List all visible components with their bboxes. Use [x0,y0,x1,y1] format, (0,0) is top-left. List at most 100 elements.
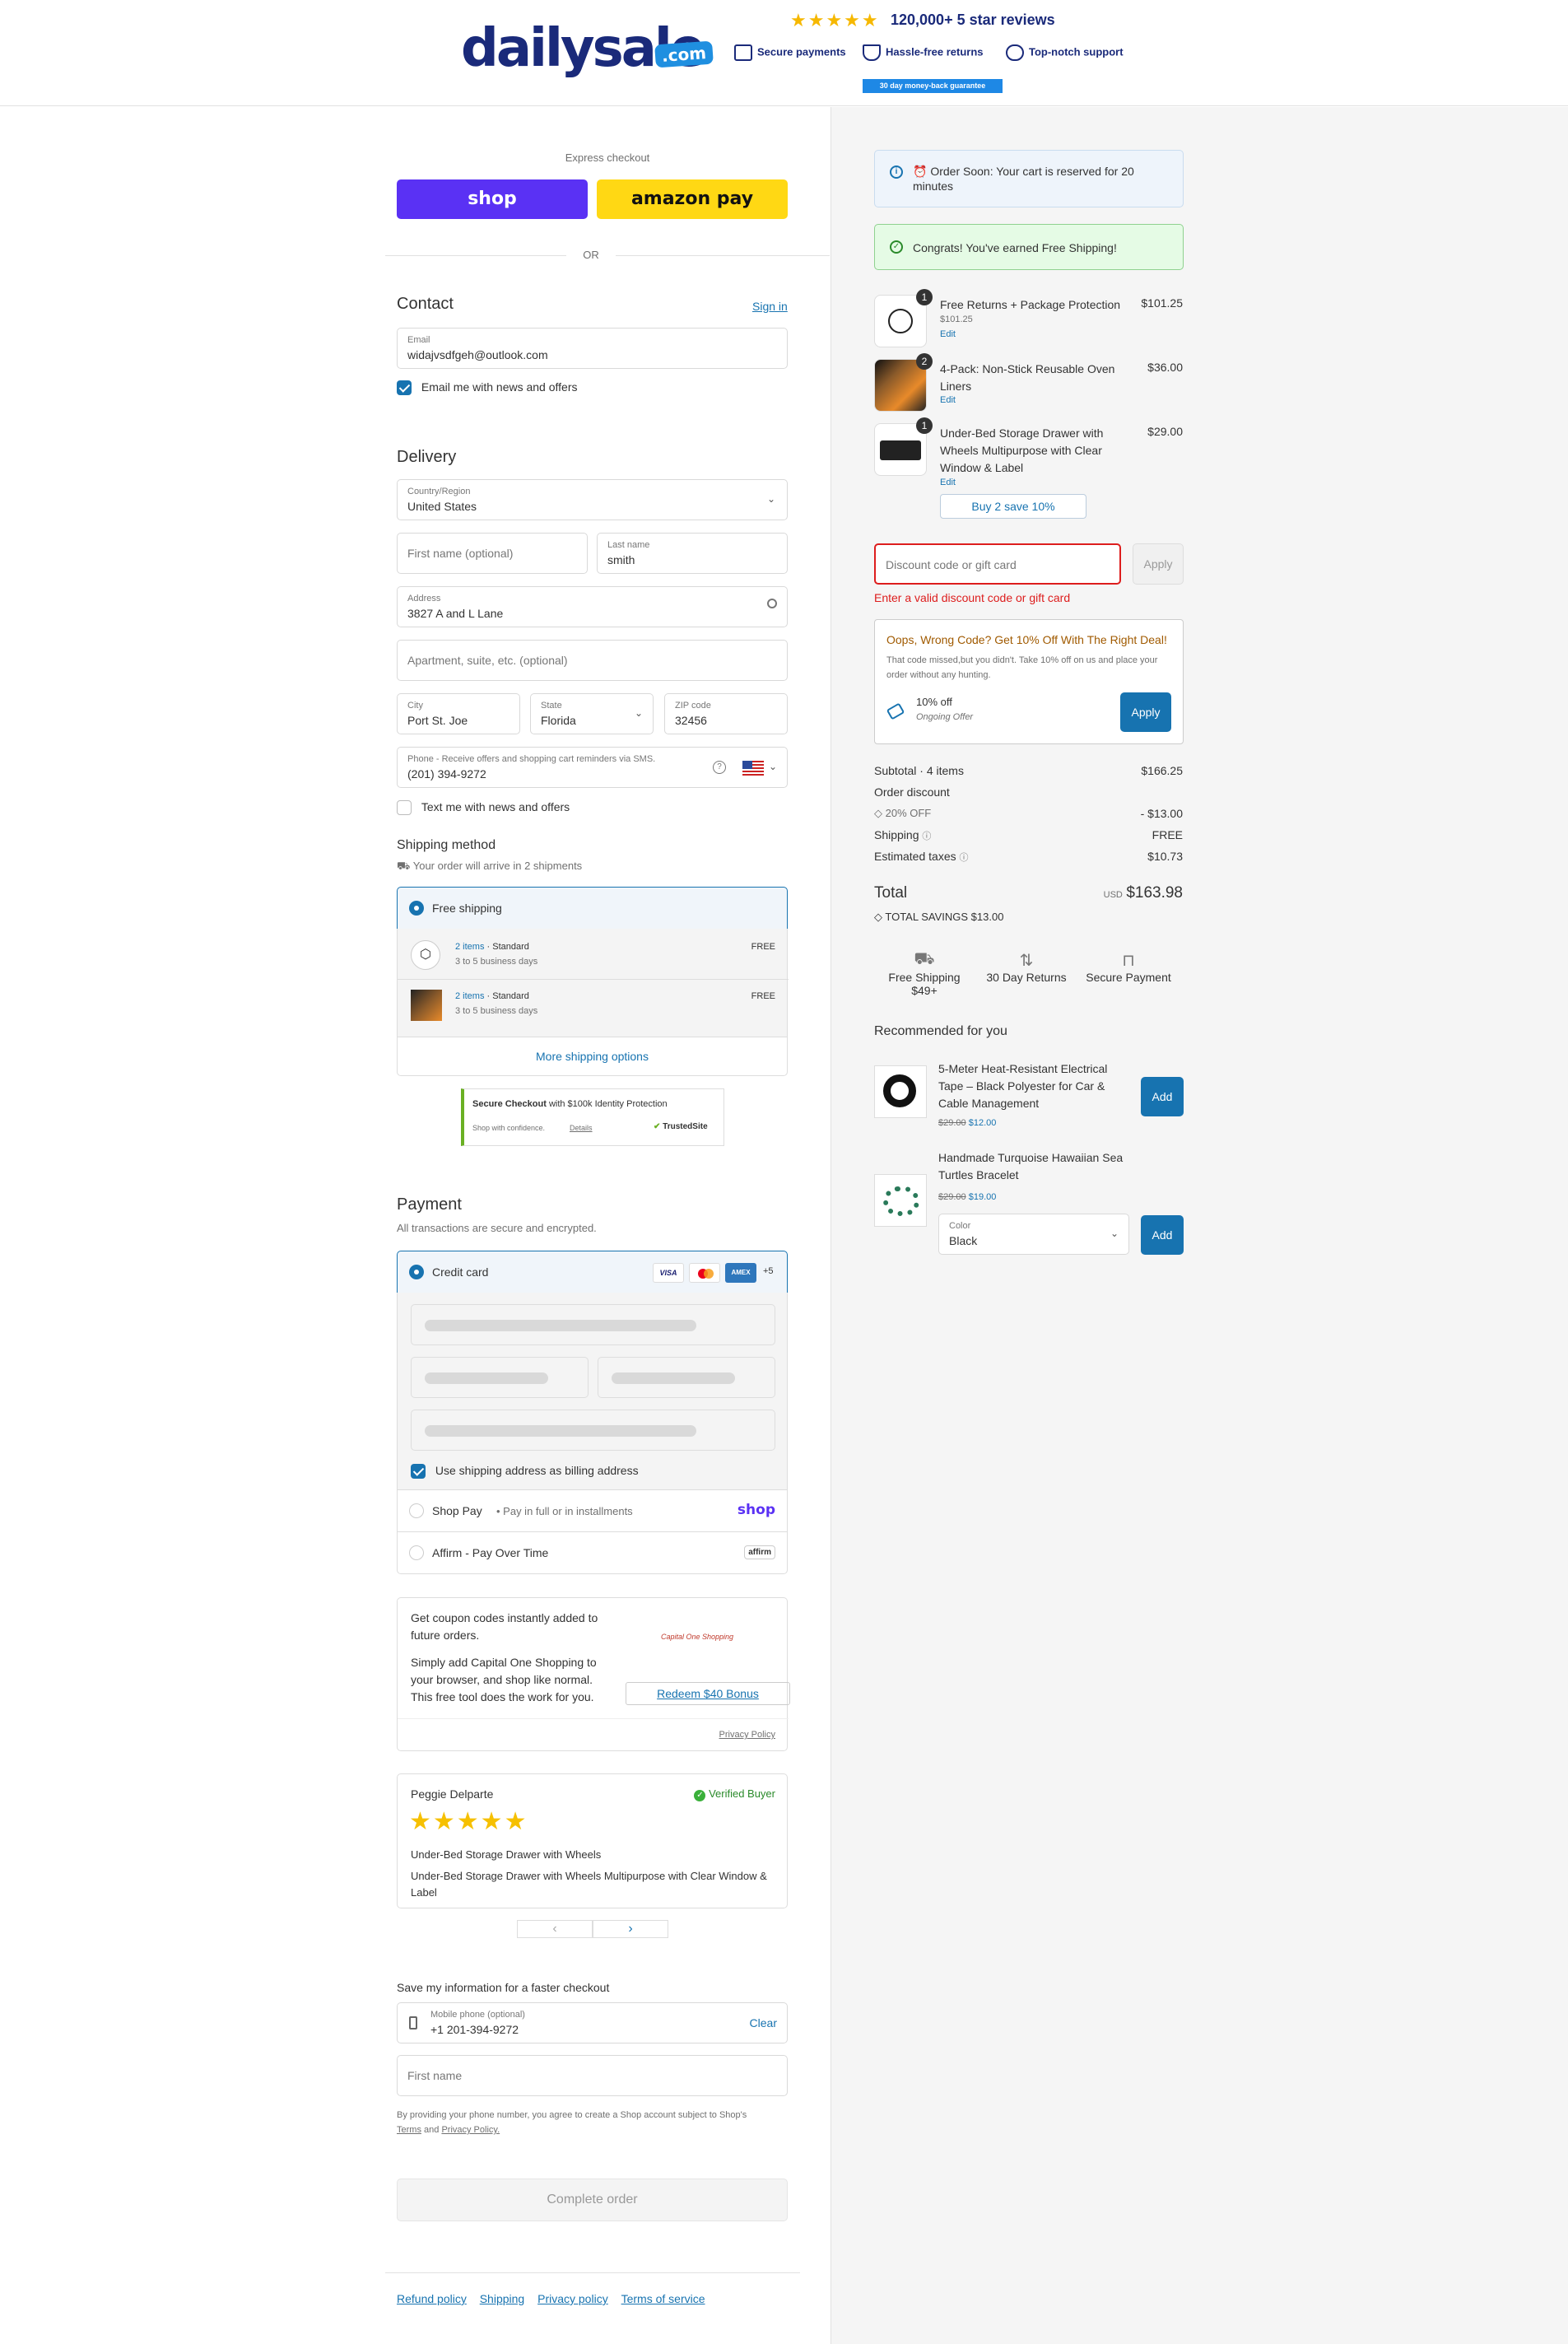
oven-liners-thumbnail [411,990,442,1021]
apartment-placeholder: Apartment, suite, etc. (optional) [407,654,568,667]
mobile-phone-field[interactable]: Mobile phone (optional) +1 201-394-9272 … [397,2002,788,2043]
free-shipping-option[interactable]: Free shipping [397,887,788,930]
shipment-items-link[interactable]: 2 items [455,991,484,1001]
bracelet-image [883,1186,919,1216]
billing-checkbox[interactable] [411,1464,426,1480]
zip-field[interactable]: ZIP code 32456 [664,693,788,734]
privacy-link[interactable]: Privacy Policy. [441,2125,500,2135]
capital-one-logo: Capital One Shopping [661,1633,734,1641]
reviewer-name: Peggie Delparte [411,1787,494,1801]
apply-discount-button[interactable]: Apply [1133,543,1184,585]
shop-confidence-label: Shop with confidence. [472,1124,546,1132]
first-name-placeholder: First name (optional) [407,547,514,560]
terms-of-service-link[interactable]: Terms of service [621,2292,705,2305]
terms-link[interactable]: Terms [397,2125,421,2135]
rec-add-button[interactable]: Add [1141,1077,1184,1116]
help-icon[interactable]: ? [713,761,726,774]
billing-checkbox-row[interactable]: Use shipping address as billing address [411,1464,639,1480]
last-name-field[interactable]: Last name smith [597,533,788,574]
affirm-option[interactable]: Affirm - Pay Over Time affirm [397,1531,788,1574]
verified-buyer-badge: ✓ Verified Buyer [694,1787,775,1801]
cart-icon [863,44,881,61]
last-name-value: smith [607,553,635,566]
us-flag-icon[interactable] [742,761,764,776]
card-cvv-field[interactable] [598,1357,775,1398]
item-price: $29.00 [1147,425,1183,438]
rec-color-select[interactable]: Color Black ⌄ [938,1214,1129,1255]
affirm-label: Affirm - Pay Over Time [432,1546,549,1559]
rec-product-thumbnail[interactable] [874,1065,927,1118]
details-link[interactable]: Details [570,1124,593,1132]
billing-label: Use shipping address as billing address [435,1464,639,1477]
redeem-bonus-button[interactable]: Redeem $40 Bonus [626,1682,790,1705]
total-amount: USD $163.98 [1104,884,1183,902]
item-edit-link[interactable]: Edit [940,478,956,487]
help-icon[interactable]: ⓘ [922,832,931,841]
rec-add-button[interactable]: Add [1141,1215,1184,1255]
quantity-badge: 2 [916,353,933,370]
apartment-field[interactable]: Apartment, suite, etc. (optional) [397,640,788,681]
currency-code: USD [1103,890,1123,900]
discount-placeholder: Discount code or gift card [886,558,1017,571]
rec-product-thumbnail[interactable] [874,1174,927,1227]
shop-legal-text: By providing your phone number, you agre… [397,2110,747,2135]
clear-phone-button[interactable]: Clear [750,2016,777,2029]
reviews-count: 120,000+ 5 star reviews [891,12,1055,28]
complete-order-button[interactable]: Complete order [397,2179,788,2221]
shop-pay-radio[interactable] [409,1503,424,1518]
city-field[interactable]: City Port St. Joe [397,693,520,734]
text-news-checkbox-row[interactable]: Text me with news and offers [397,800,570,816]
support-icon [1006,44,1024,61]
rec-product-name[interactable]: Handmade Turquoise Hawaiian Sea Turtles … [938,1149,1152,1184]
item-edit-link[interactable]: Edit [940,329,956,339]
buy-2-save-button[interactable]: Buy 2 save 10% [940,494,1086,519]
credit-card-radio[interactable] [409,1265,424,1279]
delivery-heading: Delivery [397,448,457,466]
country-select[interactable]: Country/Region United States ⌄ [397,479,788,520]
shipping-policy-link[interactable]: Shipping [480,2292,525,2305]
email-field[interactable]: Email widajvsdfgeh@outlook.com [397,328,788,369]
refund-policy-link[interactable]: Refund policy [397,2292,467,2305]
shop-pay-express-button[interactable]: shop [397,179,588,219]
offer-apply-button[interactable]: Apply [1120,692,1171,732]
text-news-checkbox[interactable] [397,800,412,816]
email-news-checkbox-row[interactable]: Email me with news and offers [397,380,578,396]
more-shipping-options-button[interactable]: More shipping options [397,1037,788,1076]
oops-body: That code missed,but you didn't. Take 10… [886,655,1158,680]
state-select[interactable]: State Florida ⌄ [530,693,654,734]
rec-product-name[interactable]: 5-Meter Heat-Resistant Electrical Tape –… [938,1060,1119,1112]
trustedsite-badge[interactable]: Secure Checkout with $100k Identity Prot… [461,1088,724,1146]
recommended-heading: Recommended for you [874,1024,1007,1038]
help-icon[interactable]: ⓘ [960,853,969,863]
address-field[interactable]: Address 3827 A and L Lane [397,586,788,627]
email-value[interactable]: widajvsdfgeh@outlook.com [407,348,548,361]
total-savings: ◇ TOTAL SAVINGS $13.00 [874,911,1004,923]
package-icon: ⬡ [411,940,440,970]
phone-field[interactable]: Phone - Receive offers and shopping cart… [397,747,788,788]
card-name-field[interactable] [411,1410,775,1451]
visa-icon: VISA [653,1263,684,1283]
card-expiry-field[interactable] [411,1357,589,1398]
privacy-policy-link[interactable]: Privacy Policy [719,1730,775,1740]
credit-card-option[interactable]: Credit card VISA AMEX +5 [397,1251,788,1293]
free-shipping-radio[interactable] [409,901,424,916]
shop-pay-option[interactable]: Shop Pay • Pay in full or in installment… [397,1489,788,1532]
phone-label: Phone - Receive offers and shopping cart… [407,754,656,764]
save-first-name-placeholder: First name [407,2069,463,2082]
item-edit-link[interactable]: Edit [940,395,956,405]
save-first-name-field[interactable]: First name [397,2055,788,2096]
affirm-radio[interactable] [409,1545,424,1560]
privacy-policy-footer-link[interactable]: Privacy policy [537,2292,608,2305]
amazon-pay-button[interactable]: amazon pay [597,179,788,219]
discount-code-field[interactable]: Discount code or gift card [874,543,1121,585]
review-prev-button[interactable]: ‹ [517,1920,593,1938]
review-next-button[interactable]: › [593,1920,668,1938]
item-name: Free Returns + Package Protection [940,298,1121,311]
email-news-checkbox[interactable] [397,380,412,396]
rec-old-price: $29.00 [938,1118,966,1128]
shipment-items-link[interactable]: 2 items [455,942,484,952]
card-number-field[interactable] [411,1304,775,1345]
check-icon: ✔ [654,1122,661,1131]
first-name-field[interactable]: First name (optional) [397,533,588,574]
sign-in-link[interactable]: Sign in [752,300,788,313]
